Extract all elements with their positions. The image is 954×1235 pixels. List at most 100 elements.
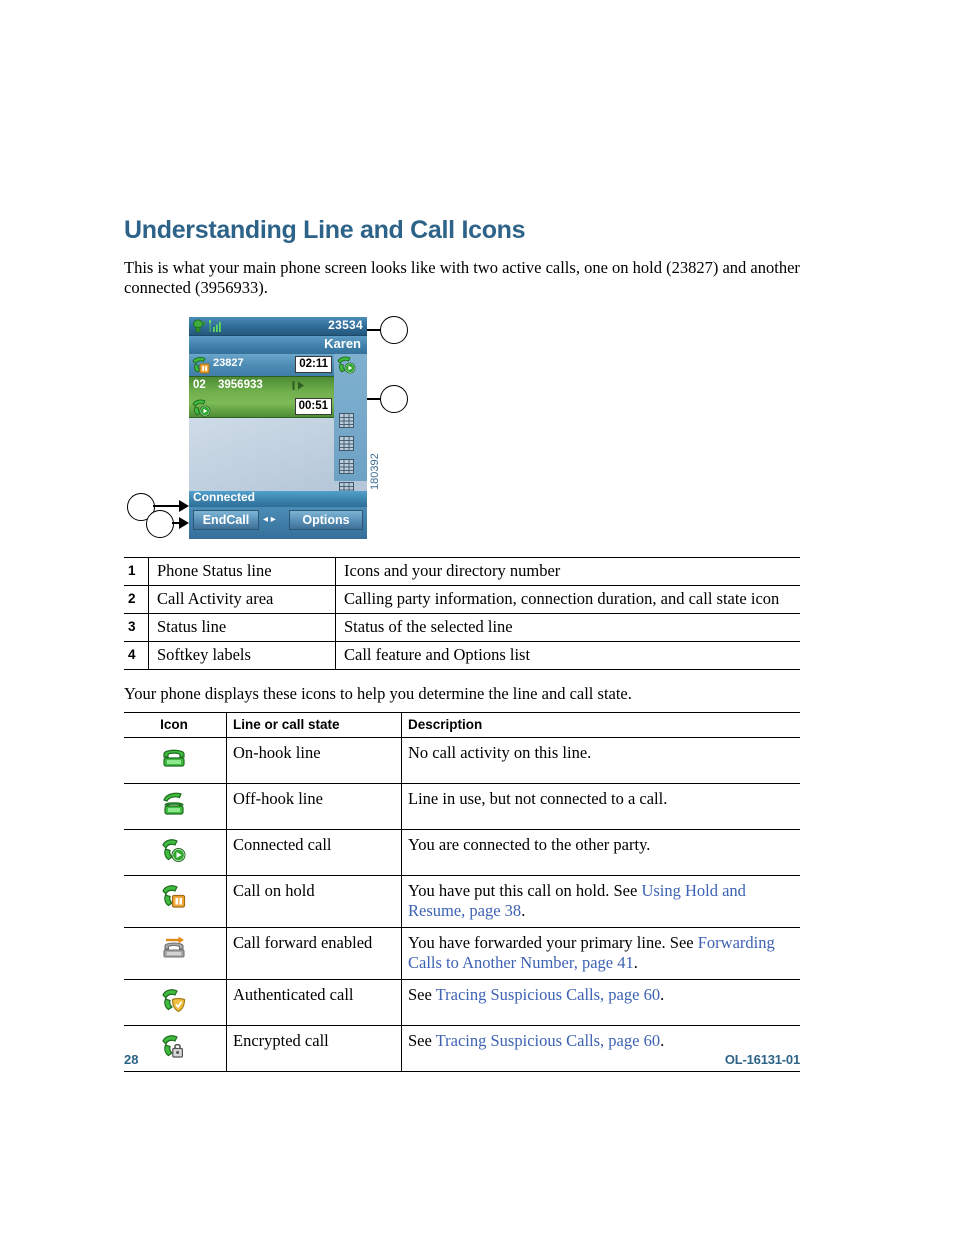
- col-header-icon: Icon: [124, 712, 227, 738]
- callout-number: 1: [124, 557, 149, 586]
- footer-page-number: 28: [124, 1052, 139, 1067]
- page-title: Understanding Line and Call Icons: [124, 216, 526, 244]
- table-row: Call forward enabled You have forwarded …: [124, 927, 800, 980]
- call-line-id: 02: [193, 379, 206, 391]
- table-row: 3 Status line Status of the selected lin…: [124, 613, 800, 642]
- callout-label: Phone Status line: [148, 557, 336, 586]
- caller-name: Karen: [324, 336, 361, 351]
- connected-call-number: 3956933: [218, 379, 263, 391]
- desc-text: Line in use, but not connected to a call…: [408, 789, 668, 808]
- icon-cell: [124, 927, 227, 980]
- desc-text: See: [408, 985, 436, 1004]
- cross-reference-link[interactable]: Tracing Suspicious Calls, page 60: [436, 985, 660, 1004]
- col-header-description: Description: [401, 712, 800, 738]
- encrypted-call-icon: [162, 1035, 184, 1058]
- state-cell: Encrypted call: [226, 1025, 402, 1072]
- directory-number: 23534: [328, 318, 363, 332]
- callout-label: Call Activity area: [148, 585, 336, 614]
- state-cell: Call forward enabled: [226, 927, 402, 980]
- description-cell: You have put this call on hold. See Usin…: [401, 875, 800, 928]
- table-row: On-hook line No call activity on this li…: [124, 737, 800, 784]
- phone-status-line: 23534: [189, 317, 367, 336]
- state-cell: Connected call: [226, 829, 402, 876]
- description-cell: You have forwarded your primary line. Se…: [401, 927, 800, 980]
- description-cell: Line in use, but not connected to a call…: [401, 783, 800, 830]
- caller-name-bar: Karen: [189, 336, 367, 354]
- signal-strength-icon: [209, 320, 221, 332]
- cross-reference-link[interactable]: Tracing Suspicious Calls, page 60: [436, 1031, 660, 1050]
- off-hook-phone-icon: [163, 792, 184, 815]
- authenticated-call-icon: [162, 989, 186, 1013]
- softkey-endcall[interactable]: EndCall: [193, 510, 259, 530]
- table-row: 2 Call Activity area Calling party infor…: [124, 585, 800, 614]
- held-call-duration: 02:11: [295, 356, 332, 373]
- desc-text: You are connected to the other party.: [408, 835, 651, 854]
- callout-4-circle: [146, 510, 174, 538]
- callout-4-arrow: [179, 517, 189, 529]
- description-cell: No call activity on this line.: [401, 737, 800, 784]
- held-call-number: 23827: [213, 357, 244, 369]
- connected-call-duration: 00:51: [294, 398, 332, 415]
- callout-1-circle: [380, 316, 408, 344]
- headset-plug-icon: [193, 319, 205, 333]
- document-page: Understanding Line and Call Icons This i…: [0, 0, 954, 1235]
- table-row: Call on hold You have put this call on h…: [124, 875, 800, 928]
- table-row: Authenticated call See Tracing Suspiciou…: [124, 979, 800, 1026]
- status-line-text: Connected: [193, 490, 256, 504]
- desc-text-post: .: [521, 901, 526, 920]
- callout-desc: Calling party information, connection du…: [335, 585, 800, 614]
- call-row-held[interactable]: 23827 02:11: [189, 354, 334, 376]
- desc-text: No call activity on this line.: [408, 743, 592, 762]
- desc-text-post: .: [633, 953, 638, 972]
- state-cell: Call on hold: [226, 875, 402, 928]
- desc-text: You have forwarded your primary line. Se…: [408, 933, 698, 952]
- description-cell: You are connected to the other party.: [401, 829, 800, 876]
- callout-number: 4: [124, 641, 149, 670]
- keypad-icon-1: [339, 413, 354, 428]
- col-header-state: Line or call state: [226, 712, 402, 738]
- icon-cell: [124, 1025, 227, 1072]
- callout-label: Status line: [148, 613, 336, 642]
- icon-cell: [124, 979, 227, 1026]
- icon-cell: [124, 829, 227, 876]
- line-call-icons-table: Icon Line or call state Description On-h…: [124, 712, 800, 1072]
- barge-indicator-icon: [292, 381, 304, 390]
- footer-doc-id: OL-16131-01: [724, 1052, 800, 1067]
- figure-id-label: 180392: [369, 453, 381, 490]
- icon-cell: [124, 875, 227, 928]
- table-header-row: Icon Line or call state Description: [124, 712, 800, 738]
- softkey-bar: EndCall ◂ ▸ Options: [189, 507, 367, 539]
- call-forward-icon: [163, 936, 185, 958]
- callout-desc: Icons and your directory number: [335, 557, 800, 586]
- desc-text-post: .: [660, 1031, 665, 1050]
- nav-arrows-icon[interactable]: ◂ ▸: [263, 514, 285, 526]
- icon-cell: [124, 737, 227, 784]
- desc-text: You have put this call on hold. See: [408, 881, 642, 900]
- table-row: 4 Softkey labels Call feature and Option…: [124, 641, 800, 670]
- callout-3-line: [153, 505, 181, 507]
- ip-phone-screen: 23534 Karen 23827 02:11 02 3956933 00:51…: [189, 317, 367, 539]
- intro-paragraph: This is what your main phone screen look…: [124, 258, 800, 297]
- call-row-connected[interactable]: 02 3956933 00:51: [189, 376, 334, 418]
- call-on-hold-icon: [192, 357, 210, 374]
- call-on-hold-icon: [162, 885, 186, 908]
- phone-screen-figure: 23534 Karen 23827 02:11 02 3956933 00:51…: [124, 312, 424, 540]
- connected-call-icon-strip: [337, 356, 356, 374]
- desc-text-post: .: [660, 985, 665, 1004]
- keypad-icon-3: [339, 459, 354, 474]
- icons-lead-paragraph: Your phone displays these icons to help …: [124, 684, 632, 703]
- callout-2-circle: [380, 385, 408, 413]
- table-row: Off-hook line Line in use, but not conne…: [124, 783, 800, 830]
- callout-legend-table: 1 Phone Status line Icons and your direc…: [124, 557, 800, 670]
- softkey-options[interactable]: Options: [289, 510, 363, 530]
- status-line: Connected: [189, 490, 367, 507]
- keypad-icon-2: [339, 436, 354, 451]
- table-row: Encrypted call See Tracing Suspicious Ca…: [124, 1025, 800, 1072]
- icon-cell: [124, 783, 227, 830]
- callout-label: Softkey labels: [148, 641, 336, 670]
- callout-number: 3: [124, 613, 149, 642]
- state-cell: Off-hook line: [226, 783, 402, 830]
- callout-desc: Call feature and Options list: [335, 641, 800, 670]
- description-cell: See Tracing Suspicious Calls, page 60.: [401, 979, 800, 1026]
- callout-number: 2: [124, 585, 149, 614]
